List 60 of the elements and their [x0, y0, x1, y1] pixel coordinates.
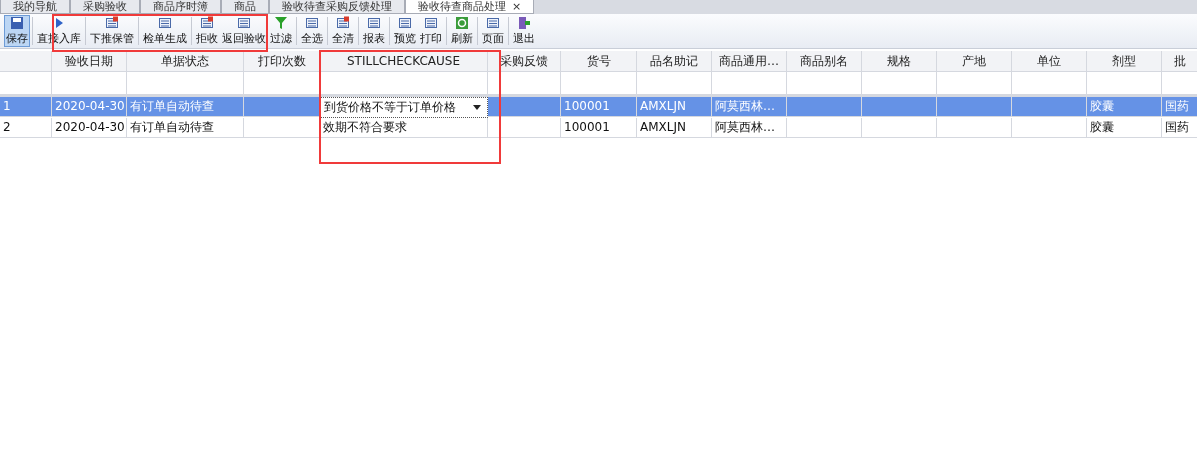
table-cell: 国药	[1162, 118, 1197, 138]
table-cell: 有订单自动待查	[127, 118, 244, 138]
caret-icon[interactable]	[473, 105, 481, 110]
tab[interactable]: 我的导航	[0, 0, 70, 14]
column-header[interactable]: 单据状态	[127, 51, 244, 72]
toolbar-button[interactable]: 退出	[511, 15, 537, 47]
toolbar-button[interactable]: 刷新	[449, 15, 475, 47]
toolbar-button[interactable]: 过滤	[268, 15, 294, 47]
table-cell: 2020-04-30	[52, 97, 127, 117]
tab[interactable]: 商品序时簿	[140, 0, 221, 14]
column-header[interactable]: 货号	[561, 51, 637, 72]
toolbar-button[interactable]: 报表	[361, 15, 387, 47]
column-header[interactable]: 产地	[937, 51, 1012, 72]
toolbar-button[interactable]: 打印	[418, 15, 444, 47]
column-header[interactable]: 单位	[1012, 51, 1087, 72]
floppy-icon	[10, 16, 24, 30]
funnel-icon	[274, 16, 288, 30]
table-cell: 1	[0, 97, 52, 117]
table-cell: 100001	[561, 118, 637, 138]
dropdown-field[interactable]: 到货价格不等于订单价格	[320, 97, 488, 118]
document-icon	[105, 16, 119, 30]
column-header[interactable]: 剂型	[1087, 51, 1162, 72]
tab[interactable]: 采购验收	[70, 0, 140, 14]
column-header[interactable]: 商品通用…	[712, 51, 787, 72]
toolbar-button[interactable]: 页面	[480, 15, 506, 47]
toolbar-button[interactable]: 下推保管	[88, 15, 136, 47]
table-cell: 100001	[561, 97, 637, 117]
column-header[interactable]: 品名助记	[637, 51, 712, 72]
column-header[interactable]: 验收日期	[52, 51, 127, 72]
column-header[interactable]: 批	[1162, 51, 1197, 72]
column-header[interactable]: 规格	[862, 51, 937, 72]
refresh-icon	[455, 16, 469, 30]
toolbar-button[interactable]: 全清	[330, 15, 356, 47]
header-corner	[0, 51, 52, 72]
tab[interactable]: 商品	[221, 0, 269, 14]
exit-door-icon	[517, 16, 531, 30]
toolbar-button[interactable]: 预览	[392, 15, 418, 47]
table-cell: 2	[0, 118, 52, 138]
column-header[interactable]: 商品别名	[787, 51, 862, 72]
toolbar-button[interactable]: 保存	[4, 15, 30, 47]
column-header[interactable]: 打印次数	[244, 51, 320, 72]
toolbar-button[interactable]: 返回验收	[220, 15, 268, 47]
tab[interactable]: 验收待查商品处理 ×	[405, 0, 535, 14]
table-cell: 阿莫西林…	[712, 97, 787, 117]
table-cell: 阿莫西林…	[712, 118, 787, 138]
toolbar-button[interactable]: 全选	[299, 15, 325, 47]
column-header[interactable]: 采购反馈	[488, 51, 561, 72]
table-cell: AMXLJN	[637, 118, 712, 138]
table-cell: 2020-04-30	[52, 118, 127, 138]
table-cell: 效期不符合要求	[320, 118, 488, 138]
table-cell: AMXLJN	[637, 97, 712, 117]
toolbar-button[interactable]: 检单生成	[141, 15, 189, 47]
table-cell: 国药	[1162, 97, 1197, 117]
table-cell: 胶囊	[1087, 118, 1162, 138]
table-cell: 有订单自动待查	[127, 97, 244, 117]
tab[interactable]: 验收待查采购反馈处理	[269, 0, 405, 14]
list-icon	[305, 16, 319, 30]
toolbar-button[interactable]: 拒收	[194, 15, 220, 47]
table-cell: 胶囊	[1087, 97, 1162, 117]
close-icon[interactable]: ×	[512, 0, 522, 13]
